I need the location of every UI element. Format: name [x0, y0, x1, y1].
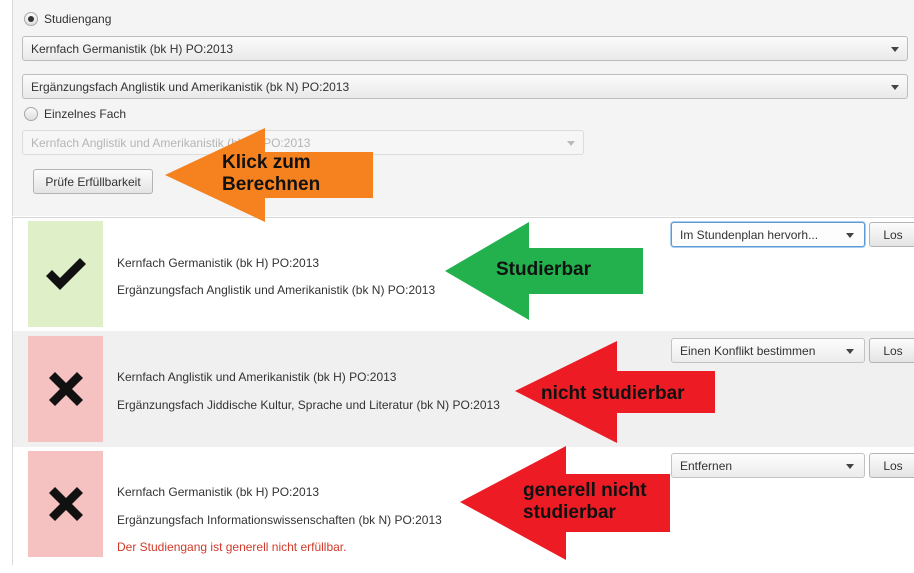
radio-single-indicator[interactable]	[24, 107, 38, 121]
row3-action-select[interactable]: Entfernen	[671, 453, 865, 478]
radio-single-label: Einzelnes Fach	[44, 107, 127, 121]
check-feasibility-button[interactable]: Prüfe Erfüllbarkeit	[33, 169, 153, 194]
row1-action-select[interactable]: Im Stundenplan hervorh...	[671, 222, 865, 247]
major-select[interactable]: Kernfach Germanistik (bk H) PO:2013	[22, 36, 908, 61]
chevron-down-icon	[846, 349, 854, 354]
row3-go-button[interactable]: Los	[869, 453, 914, 478]
row2-line1: Kernfach Anglistik und Amerikanistik (bk…	[117, 370, 397, 384]
row3-error-message: Der Studiengang ist generell nicht erfül…	[117, 540, 347, 554]
row1-line1: Kernfach Germanistik (bk H) PO:2013	[117, 256, 320, 270]
status-box-fail	[28, 336, 103, 442]
row1-go-button[interactable]: Los	[869, 222, 914, 247]
radio-single-subject[interactable]: Einzelnes Fach	[24, 107, 126, 121]
chevron-down-icon	[891, 47, 899, 52]
status-box-ok	[28, 221, 103, 327]
row3-action-value: Entfernen	[680, 458, 733, 473]
minor-select[interactable]: Ergänzungsfach Anglistik und Amerikanist…	[22, 74, 908, 99]
arrow-label-nicht-studierbar: nicht studierbar	[541, 383, 685, 404]
cross-icon	[48, 487, 83, 521]
chevron-down-icon	[846, 464, 854, 469]
row1-line2: Ergänzungsfach Anglistik und Amerikanist…	[117, 283, 436, 297]
row3-line2: Ergänzungsfach Informationswissenschafte…	[117, 513, 442, 527]
row2-go-label: Los	[883, 343, 903, 358]
radio-program-label: Studiengang	[44, 12, 112, 26]
check-feasibility-label: Prüfe Erfüllbarkeit	[45, 174, 141, 189]
arrow-label-click: Klick zum Berechnen	[222, 152, 321, 195]
row1-go-label: Los	[883, 227, 903, 242]
cross-icon	[48, 372, 83, 406]
chevron-down-icon	[891, 85, 899, 90]
major-select-value: Kernfach Germanistik (bk H) PO:2013	[31, 41, 234, 56]
row2-go-button[interactable]: Los	[869, 338, 914, 363]
arrow-label-studierbar: Studierbar	[496, 259, 592, 280]
row2-line2: Ergänzungsfach Jiddische Kultur, Sprache…	[117, 398, 500, 412]
checkmark-icon	[45, 258, 86, 290]
arrow-label-generell: generell nicht studierbar	[523, 480, 647, 523]
chevron-down-icon	[846, 233, 854, 238]
row3-line1: Kernfach Germanistik (bk H) PO:2013	[117, 485, 320, 499]
radio-program-indicator[interactable]	[24, 12, 38, 26]
minor-select-value: Ergänzungsfach Anglistik und Amerikanist…	[31, 79, 350, 94]
radio-program[interactable]: Studiengang	[24, 12, 111, 26]
status-box-fail	[28, 451, 103, 557]
row3-go-label: Los	[883, 458, 903, 473]
chevron-down-icon	[567, 141, 575, 146]
row1-action-value: Im Stundenplan hervorh...	[680, 227, 819, 242]
